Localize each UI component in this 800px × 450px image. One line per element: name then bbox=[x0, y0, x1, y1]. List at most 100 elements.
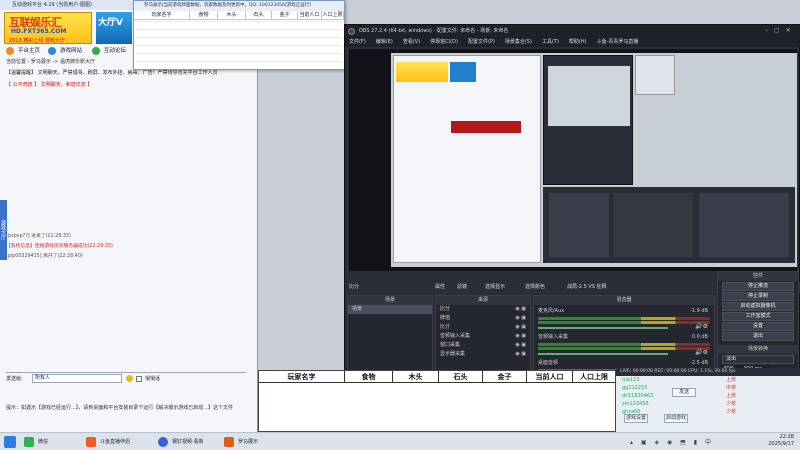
col-stone: 石头 bbox=[439, 371, 483, 382]
source-item[interactable]: 显示器采集 ◉ ▣ bbox=[436, 350, 530, 359]
scene-text-value: 战局-2.5 VS 狂颗 bbox=[567, 284, 607, 290]
nav-forum-button[interactable]: 互动论坛 bbox=[90, 46, 126, 56]
tray-icons[interactable]: ▴ ▣ ◈ ◉ ⬒ ▮ 中 bbox=[630, 437, 714, 446]
transition-select[interactable]: 淡出 bbox=[722, 355, 794, 364]
start-game-button[interactable]: 启动游戏 bbox=[664, 414, 688, 423]
dock-header: 混音器 bbox=[534, 296, 714, 305]
menu-docks[interactable]: 停靠窗口(D) bbox=[430, 37, 458, 47]
properties-button[interactable]: 属性 bbox=[435, 283, 445, 292]
source-item[interactable]: 音频输入采集 ◉ ▣ bbox=[436, 332, 530, 341]
player-stats-window: 罗马展示|当前游戏牌面数据，玩家数据及时更新中。QQ: 100123456[游戏… bbox=[133, 0, 345, 70]
player-row[interactable]: gg112215 中将 bbox=[616, 384, 800, 392]
volume-slider[interactable]: 🔊⚙ bbox=[534, 349, 714, 357]
col-food: 食物 bbox=[345, 371, 393, 382]
settings-button[interactable]: 设置 bbox=[722, 322, 794, 331]
captured-dock bbox=[613, 193, 693, 257]
speaker-icon[interactable]: 🔊⚙ bbox=[695, 349, 708, 356]
volume-meter bbox=[538, 343, 710, 346]
eye-icon[interactable]: ◉ ▣ bbox=[515, 314, 526, 323]
captured-desktop bbox=[391, 53, 797, 267]
studio-mode-button[interactable]: 工作室模式 bbox=[722, 312, 794, 321]
nav-home-button[interactable]: 平台主页 bbox=[4, 46, 40, 56]
stop-recording-button[interactable]: 停止录制 bbox=[722, 292, 794, 301]
breadcrumb: 当前位置 : 罗马展示 -> 温虎牌乐新大厅 bbox=[6, 59, 96, 65]
speaker-icon[interactable]: 🔊⚙ bbox=[695, 323, 708, 330]
source-item[interactable]: 比分 ◉ ▣ bbox=[436, 305, 530, 314]
taskbar-item-video[interactable]: 钢钉视频·看新 bbox=[156, 435, 204, 449]
scene-item[interactable]: 场景 bbox=[348, 305, 432, 314]
private-checkbox[interactable] bbox=[136, 376, 142, 382]
player-row[interactable]: rjia123 上校 bbox=[616, 376, 800, 384]
col-pop-limit: 人口上限 bbox=[322, 11, 344, 20]
logo-url: HD.FXT365.COM bbox=[11, 28, 67, 35]
volume-meter bbox=[538, 347, 710, 350]
channel-label: 音频输入采集 0.0 dB bbox=[538, 334, 708, 340]
preview-canvas[interactable] bbox=[349, 49, 797, 271]
menu-profile[interactable]: 配置文件(P) bbox=[468, 37, 495, 47]
fair-play-slogan: 【 公平竞技 】 文明聊天，和谐交流 】 bbox=[6, 82, 93, 88]
logo-slogan: 2013 精彩上线 游戏大厅 bbox=[9, 38, 65, 44]
table-body bbox=[136, 21, 342, 69]
col-gold: 金子 bbox=[483, 371, 527, 382]
hint-text: 提示：如遇示【游戏已经运行...】，请到桌面和平台安装目录下运行【解决爆示游戏已… bbox=[6, 405, 234, 411]
col-food: 食物 bbox=[190, 11, 218, 20]
obs-logo-icon bbox=[348, 28, 355, 35]
eye-icon[interactable]: ◉ ▣ bbox=[515, 350, 526, 359]
menu-stream-name[interactable]: 斗鱼-青青罗马直播 bbox=[597, 37, 639, 47]
home-icon bbox=[6, 47, 14, 55]
stop-streaming-button[interactable]: 停止推流 bbox=[722, 282, 794, 291]
nav-games-button[interactable]: 游戏网站 bbox=[46, 46, 82, 56]
captured-stats-window bbox=[635, 55, 675, 95]
virtual-camera-button[interactable]: 启动虚拟摄像机 bbox=[722, 302, 794, 311]
col-player-name: 玩家名字 bbox=[259, 371, 345, 382]
menu-scene-collection[interactable]: 场景集合(S) bbox=[505, 37, 532, 47]
col-pop-limit: 人口上限 bbox=[580, 373, 608, 381]
chat-log: [pvpvp??] 进来了(22:28:33) 【系统信息】连接游戏房间服务器成… bbox=[6, 232, 236, 372]
dock-header: 来源 bbox=[436, 296, 530, 305]
status-text: LIVE: 00:00:00 REC: 00:00:00 CPU: 1.1%, … bbox=[620, 369, 736, 374]
eye-icon[interactable]: ◉ ▣ bbox=[515, 323, 526, 332]
send-to-label: 发送给: bbox=[6, 376, 23, 382]
menu-help[interactable]: 帮助(H) bbox=[569, 37, 587, 47]
captured-score-banner bbox=[451, 121, 521, 133]
eye-icon[interactable]: ◉ ▣ bbox=[515, 341, 526, 350]
start-icon[interactable] bbox=[4, 436, 16, 448]
mixer-channel: 麦克风/Aux -1.9 dB 🔊⚙ bbox=[534, 305, 714, 331]
platform-logo: 互联娱乐汇 HD.FXT365.COM 2013 精彩上线 游戏大厅 bbox=[4, 12, 92, 44]
send-button[interactable]: 发送 bbox=[672, 388, 696, 397]
taskbar-item-game[interactable]: 罗马展示 bbox=[222, 435, 258, 449]
clock[interactable]: 22:28 2025/9/17 bbox=[768, 434, 794, 448]
obs-window: OBS 27.2.4 (64-bit, windows) - 配置文件: 未命名… bbox=[344, 24, 800, 393]
menu-file[interactable]: 文件(F) bbox=[349, 37, 366, 47]
taskbar-item-wechat[interactable]: 微信 bbox=[22, 435, 48, 449]
menu-edit[interactable]: 编辑(E) bbox=[376, 37, 393, 47]
taskbar-item-douyu[interactable]: 斗鱼直播伴侣 bbox=[84, 435, 130, 449]
player-row[interactable]: dc51830463 上校 bbox=[616, 392, 800, 400]
mixer-channel: 音频输入采集 0.0 dB 🔊⚙ bbox=[534, 331, 714, 357]
volume-meter bbox=[538, 317, 710, 320]
select-display-button[interactable]: 选择显示 bbox=[485, 283, 505, 292]
emoji-icon[interactable] bbox=[126, 375, 133, 382]
eye-icon[interactable]: ◉ ▣ bbox=[515, 305, 526, 314]
source-item[interactable]: 窗口采集 ◉ ▣ bbox=[436, 341, 530, 350]
captured-preview bbox=[548, 66, 630, 126]
exit-button[interactable]: 退出 bbox=[722, 332, 794, 341]
menu-view[interactable]: 查看(V) bbox=[403, 37, 420, 47]
menu-tools[interactable]: 工具(T) bbox=[542, 37, 559, 47]
eye-icon[interactable]: ◉ ▣ bbox=[515, 332, 526, 341]
chat-message: [pip00329415] 离开了(22:28:40) bbox=[6, 254, 83, 259]
filters-button[interactable]: 滤镜 bbox=[457, 283, 467, 292]
window-controls[interactable]: –▢✕ bbox=[765, 27, 797, 34]
source-item[interactable]: 牌值 ◉ ▣ bbox=[436, 314, 530, 323]
source-item[interactable]: 比分 ◉ ▣ bbox=[436, 323, 530, 332]
player-row[interactable]: zm123456 少校 bbox=[616, 400, 800, 408]
select-color-button[interactable]: 选择颜色 bbox=[525, 283, 545, 292]
recipient-select[interactable]: 所有人 bbox=[32, 374, 122, 383]
dock-header: 场景 bbox=[348, 296, 432, 305]
volume-slider[interactable]: 🔊⚙ bbox=[534, 323, 714, 331]
menu-bar: 文件(F) 编辑(E) 查看(V) 停靠窗口(D) 配置文件(P) 场景集合(S… bbox=[345, 37, 800, 47]
game-settings-button[interactable]: 游戏设置 bbox=[624, 414, 648, 423]
captured-dock bbox=[549, 193, 609, 257]
wechat-icon bbox=[24, 437, 34, 447]
col-player-name: 玩家名字 bbox=[134, 11, 190, 20]
